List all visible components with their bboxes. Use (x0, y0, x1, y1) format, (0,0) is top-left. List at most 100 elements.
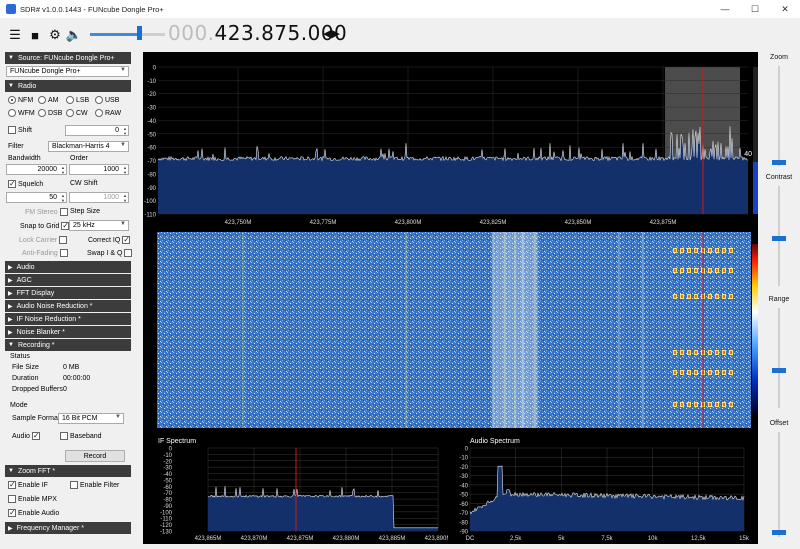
stop-icon[interactable]: ■ (27, 27, 43, 43)
source-device-select[interactable]: FUNcube Dongle Pro+ ▼ (6, 66, 129, 77)
waterfall-panel[interactable] (143, 232, 758, 428)
mode-lsb[interactable]: LSB (66, 96, 89, 104)
waterfall-burst-core (695, 351, 697, 354)
offset-slider[interactable] (778, 432, 780, 537)
audio-spectrum-y-tick: -60 (459, 502, 468, 508)
offset-slider-knob[interactable] (772, 530, 786, 535)
spectrum-panel[interactable]: 0-10-20-30-40-50-60-70-80-90-100-110423,… (143, 52, 758, 227)
waterfall-burst-core (709, 351, 711, 354)
shift-input[interactable]: 0 ▲ ▼ (65, 125, 129, 136)
waterfall-burst-core (730, 371, 732, 374)
waterfall-burst-core (716, 371, 718, 374)
shift-checkbox[interactable]: Shift (8, 126, 32, 134)
if-spectrum-panel[interactable]: IF Spectrum 0-10-20-30-40-50-60-70-80-90… (148, 433, 448, 544)
lock-carrier-checkbox[interactable]: Lock Carrier (19, 236, 69, 244)
radio-header-label: Radio (17, 82, 37, 90)
agc-section-header[interactable]: ▶ AGC (5, 274, 131, 286)
waterfall-burst-core (723, 249, 725, 252)
audio-noise-reduction-header[interactable]: ▶ Audio Noise Reduction * (5, 300, 131, 312)
audio-spectrum-x-tick: 2,5k (510, 536, 522, 542)
mode-nfm[interactable]: NFM (8, 96, 33, 104)
close-icon[interactable]: ✕ (770, 0, 800, 18)
sample-format-label: Sample Format (12, 415, 60, 422)
bandwidth-input[interactable]: 20000 ▲ ▼ (6, 164, 67, 175)
cw-shift-input[interactable]: 1000 ▲ ▼ (69, 192, 129, 203)
waterfall-burst-core (730, 295, 732, 298)
squelch-input[interactable]: 50 ▲ ▼ (6, 192, 67, 203)
recording-header[interactable]: ▼ Recording * (5, 339, 131, 351)
mode-raw[interactable]: RAW (95, 109, 121, 117)
zoom-slider[interactable] (778, 66, 780, 166)
filter-select[interactable]: Blackman-Harris 4 ▼ (48, 141, 129, 152)
audio-spectrum-y-tick: -50 (459, 493, 468, 499)
sample-format-select[interactable]: 16 Bit PCM ▼ (58, 413, 124, 424)
spectrum-x-tick: 423,750M (225, 220, 252, 226)
audio-spectrum-y-tick: -20 (459, 465, 468, 471)
range-slider[interactable] (778, 308, 780, 408)
cw-shift-label: CW Shift (70, 180, 98, 187)
frequency-step-arrows[interactable]: ◀▶ (323, 27, 340, 40)
enable-filter-checkbox[interactable]: Enable Filter (70, 481, 119, 489)
if-spectrum-y-tick: -110 (160, 517, 172, 523)
zoom-fft-header[interactable]: ▼ Zoom FFT * (5, 465, 131, 477)
order-input[interactable]: 1000 ▲ ▼ (69, 164, 129, 175)
fm-stereo-checkbox[interactable]: FM Stereo (25, 208, 70, 216)
mode-usb[interactable]: USB (95, 96, 119, 104)
waterfall-burst-core (723, 403, 725, 406)
anti-fading-checkbox[interactable]: Anti-Fading (22, 249, 70, 257)
source-device-value: FUNcube Dongle Pro+ (10, 68, 81, 75)
baseband-record-checkbox[interactable]: Baseband (60, 432, 102, 440)
fft-display-section-header[interactable]: ▶ FFT Display (5, 287, 131, 299)
recording-status-label: Status (10, 353, 30, 360)
frequency-manager-header[interactable]: ▶ Frequency Manager * (5, 522, 131, 534)
mode-am[interactable]: AM (38, 96, 59, 104)
frequency-display[interactable]: 000.423.875.000 (168, 21, 347, 45)
step-size-select[interactable]: 25 kHz ▼ (69, 220, 129, 231)
audio-record-checkbox[interactable]: Audio (12, 431, 42, 440)
enable-mpx-checkbox[interactable]: Enable MPX (8, 495, 57, 503)
speaker-icon[interactable]: 🔈 (66, 27, 82, 43)
waterfall-burst-core (674, 269, 676, 272)
noise-blanker-header[interactable]: ▶ Noise Blanker * (5, 326, 131, 338)
mode-wfm[interactable]: WFM (8, 109, 35, 117)
radio-header[interactable]: ▼ Radio (5, 80, 131, 92)
order-label: Order (70, 155, 88, 162)
offset-label: Offset (769, 420, 789, 427)
correct-iq-checkbox[interactable]: Correct IQ (88, 235, 132, 244)
waterfall-burst-core (688, 249, 690, 252)
dropped-buffers-label: Dropped Buffers (12, 386, 63, 393)
range-slider-knob[interactable] (772, 368, 786, 373)
audio-spectrum-x-tick: 7,5k (601, 536, 613, 542)
if-spectrum-x-tick: 423,880M (333, 536, 360, 542)
volume-slider-knob[interactable] (137, 26, 142, 40)
spectrum-y-tick: -20 (147, 92, 156, 98)
if-spectrum-y-tick: -50 (163, 478, 172, 484)
minimize-icon[interactable]: — (710, 0, 740, 18)
spectrum-y-tick: -90 (147, 186, 156, 192)
if-spectrum-y-tick: -30 (163, 466, 172, 472)
mode-dsb[interactable]: DSB (38, 109, 62, 117)
contrast-slider-knob[interactable] (772, 236, 786, 241)
enable-if-checkbox[interactable]: Enable IF (8, 480, 48, 489)
enable-audio-checkbox[interactable]: Enable Audio (8, 508, 59, 517)
if-spectrum-x-tick: 423,885M (379, 536, 406, 542)
mode-cw[interactable]: CW (66, 109, 88, 117)
audio-spectrum-panel[interactable]: Audio Spectrum 0-10-20-30-40-50-60-70-80… (454, 433, 758, 544)
maximize-icon[interactable]: ☐ (740, 0, 770, 18)
if-spectrum-y-tick: -40 (163, 472, 172, 478)
if-noise-reduction-header[interactable]: ▶ IF Noise Reduction * (5, 313, 131, 325)
source-header[interactable]: ▼ Source: FUNcube Dongle Pro+ (5, 52, 131, 64)
swap-iq-checkbox[interactable]: Swap I & Q (87, 249, 134, 257)
squelch-checkbox[interactable]: Squelch (8, 179, 43, 188)
zoom-slider-knob[interactable] (772, 160, 786, 165)
record-button[interactable]: Record (65, 450, 125, 462)
gear-icon[interactable]: ⚙ (47, 27, 63, 43)
duration-label: Duration (12, 375, 39, 382)
menu-icon[interactable]: ☰ (7, 27, 23, 43)
audio-section-header[interactable]: ▶ Audio (5, 261, 131, 273)
audio-spectrum-x-tick: DC (466, 536, 475, 542)
audio-spectrum-y-tick: -90 (459, 530, 468, 536)
snap-to-grid-checkbox[interactable]: Snap to Grid (20, 221, 71, 230)
audio-spectrum-x-tick: 5k (558, 536, 565, 542)
filter-label: Filter (8, 143, 24, 150)
